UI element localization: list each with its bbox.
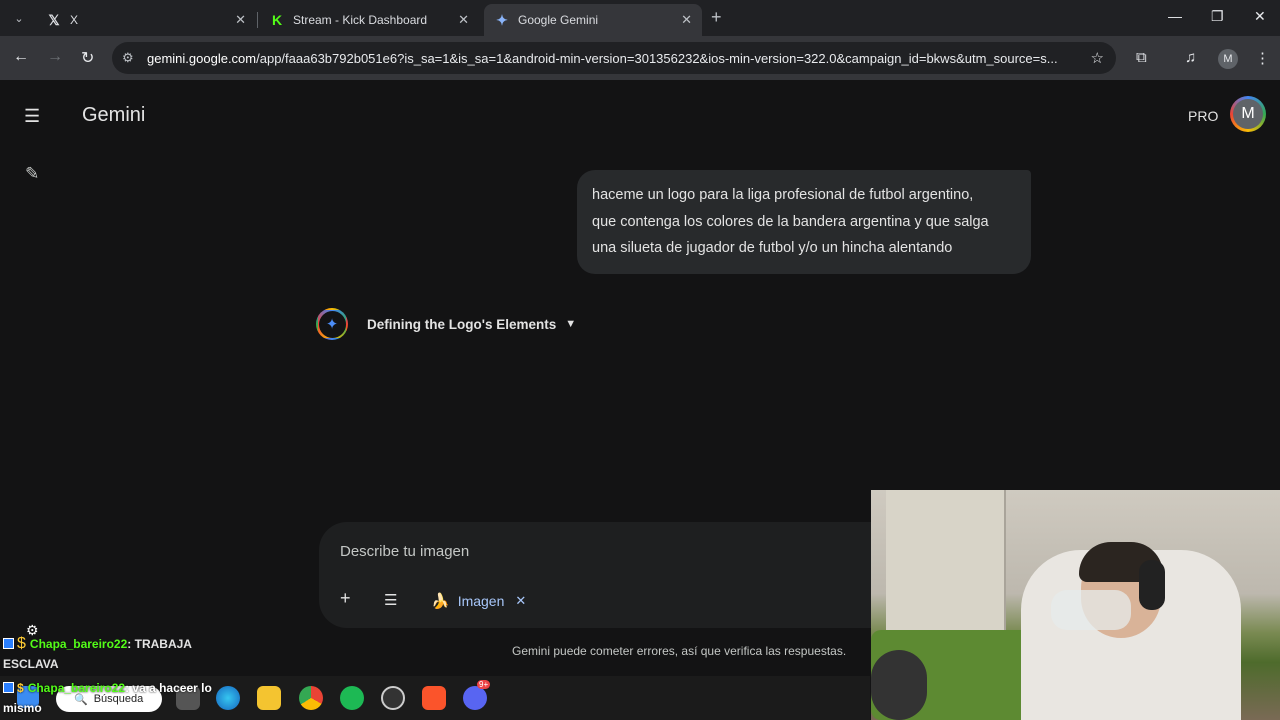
sub-badge-icon: $ bbox=[17, 635, 26, 652]
site-settings-icon[interactable]: ⚙ bbox=[122, 50, 134, 66]
thinking-status[interactable]: ✦ Defining the Logo's Elements ▼ bbox=[316, 308, 576, 340]
obs-icon[interactable] bbox=[381, 686, 405, 710]
disclaimer-text: Gemini puede cometer errores, así que ve… bbox=[512, 644, 847, 658]
close-icon[interactable]: ✕ bbox=[235, 12, 246, 28]
chat-text: : va a haceer lo bbox=[125, 681, 212, 695]
browser-toolbar: ← → ↻ ⚙ gemini.google.com/app/faaa63b792… bbox=[0, 36, 1280, 80]
new-chat-icon[interactable]: ✎ bbox=[25, 164, 39, 184]
discord-icon[interactable]: 9+ bbox=[463, 680, 491, 710]
browser-profile-avatar[interactable]: M bbox=[1218, 49, 1238, 69]
chat-message-continuation: mismo bbox=[3, 701, 42, 715]
kick-badge-icon bbox=[3, 682, 14, 693]
message-line: que contenga los colores de la bandera a… bbox=[592, 213, 989, 230]
gemini-brand: Gemini bbox=[82, 104, 146, 126]
chat-message: $ Chapa_bareiro22: va a haceer lo bbox=[3, 678, 212, 698]
discord-badge: 9+ bbox=[477, 680, 491, 689]
tab-divider bbox=[257, 12, 258, 28]
url-text: gemini.google.com/app/faaa63b792b051e6?i… bbox=[147, 51, 1058, 66]
tab-title: X bbox=[70, 13, 79, 27]
sub-badge-icon: $ bbox=[17, 681, 24, 695]
chip-label: Imagen bbox=[457, 593, 505, 609]
browser-tab-strip: ⌄ 𝕏 X ✕ K Stream - Kick Dashboard ✕ ✦ Go… bbox=[0, 0, 1280, 36]
browser-menu-icon[interactable]: ⋮ bbox=[1255, 49, 1270, 67]
chat-text: : TRABAJA bbox=[127, 637, 192, 651]
tab-google-gemini[interactable]: ✦ Google Gemini ✕ bbox=[484, 4, 702, 36]
tab-title: Google Gemini bbox=[518, 13, 599, 27]
chat-username: Chapa_bareiro22 bbox=[29, 637, 128, 651]
brave-icon[interactable] bbox=[422, 686, 446, 710]
account-avatar[interactable]: M bbox=[1230, 96, 1266, 132]
chat-message-continuation: ESCLAVA bbox=[3, 657, 59, 671]
tab-kick-dashboard[interactable]: K Stream - Kick Dashboard ✕ bbox=[259, 4, 479, 36]
tab-x[interactable]: 𝕏 X ✕ bbox=[36, 4, 256, 36]
webcam-bottle bbox=[1051, 590, 1131, 630]
bookmark-star-icon[interactable]: ☆ bbox=[1091, 49, 1104, 67]
tab-title: Stream - Kick Dashboard bbox=[293, 13, 428, 27]
message-line: haceme un logo para la liga profesional … bbox=[592, 187, 974, 203]
chrome-icon[interactable] bbox=[299, 686, 323, 710]
banana-icon: 🍌 bbox=[431, 593, 450, 610]
webcam-overlay bbox=[871, 490, 1280, 720]
back-icon[interactable]: ← bbox=[13, 48, 29, 66]
remove-chip-icon[interactable]: ✕ bbox=[515, 593, 526, 609]
add-icon[interactable]: + bbox=[340, 588, 351, 609]
user-message-bubble: haceme un logo para la liga profesional … bbox=[577, 170, 1031, 274]
prompt-composer: Describe tu imagen + ☰ 🍌 Imagen ✕ bbox=[319, 522, 919, 628]
address-bar[interactable]: ⚙ gemini.google.com/app/faaa63b792b051e6… bbox=[112, 42, 1116, 74]
close-icon[interactable]: ✕ bbox=[458, 12, 469, 28]
message-line: una silueta de jugador de futbol y/o un … bbox=[592, 240, 953, 256]
main-menu-icon[interactable]: ☰ bbox=[24, 106, 40, 127]
avatar-initial: M bbox=[1233, 99, 1263, 129]
image-tool-chip[interactable]: 🍌 Imagen ✕ bbox=[431, 592, 526, 610]
webcam-door bbox=[886, 490, 1006, 640]
tab-search-button[interactable]: ⌄ bbox=[8, 7, 30, 29]
chat-message: $ Chapa_bareiro22: TRABAJA bbox=[3, 634, 192, 654]
kick-icon: K bbox=[271, 12, 283, 28]
thinking-label: Defining the Logo's Elements bbox=[367, 316, 557, 332]
forward-icon[interactable]: → bbox=[47, 48, 63, 66]
chat-username: Chapa_bareiro22 bbox=[27, 681, 126, 695]
webcam-headset bbox=[1139, 560, 1165, 610]
tools-icon[interactable]: ☰ bbox=[384, 591, 397, 609]
kick-badge-icon bbox=[3, 638, 14, 649]
file-explorer-icon[interactable] bbox=[257, 686, 281, 710]
spotify-icon[interactable] bbox=[340, 686, 364, 710]
extensions-icon[interactable]: ⧉ bbox=[1136, 49, 1147, 66]
minimize-icon[interactable]: — bbox=[1168, 8, 1182, 24]
close-icon[interactable]: ✕ bbox=[681, 12, 692, 28]
close-window-icon[interactable]: ✕ bbox=[1254, 8, 1266, 25]
gemini-icon: ✦ bbox=[496, 11, 508, 28]
restore-icon[interactable]: ❐ bbox=[1211, 8, 1224, 25]
prompt-input[interactable]: Describe tu imagen bbox=[340, 543, 469, 560]
chevron-down-icon[interactable]: ▼ bbox=[565, 318, 576, 330]
media-controls-icon[interactable]: ♫ bbox=[1185, 49, 1196, 66]
reload-icon[interactable]: ↻ bbox=[81, 48, 94, 68]
webcam-microphone bbox=[871, 650, 927, 720]
gemini-spark-icon: ✦ bbox=[316, 308, 348, 340]
x-icon: 𝕏 bbox=[48, 11, 60, 28]
edge-icon[interactable] bbox=[216, 686, 240, 710]
pro-badge[interactable]: PRO bbox=[1188, 108, 1218, 124]
new-tab-button[interactable]: + bbox=[711, 7, 722, 28]
